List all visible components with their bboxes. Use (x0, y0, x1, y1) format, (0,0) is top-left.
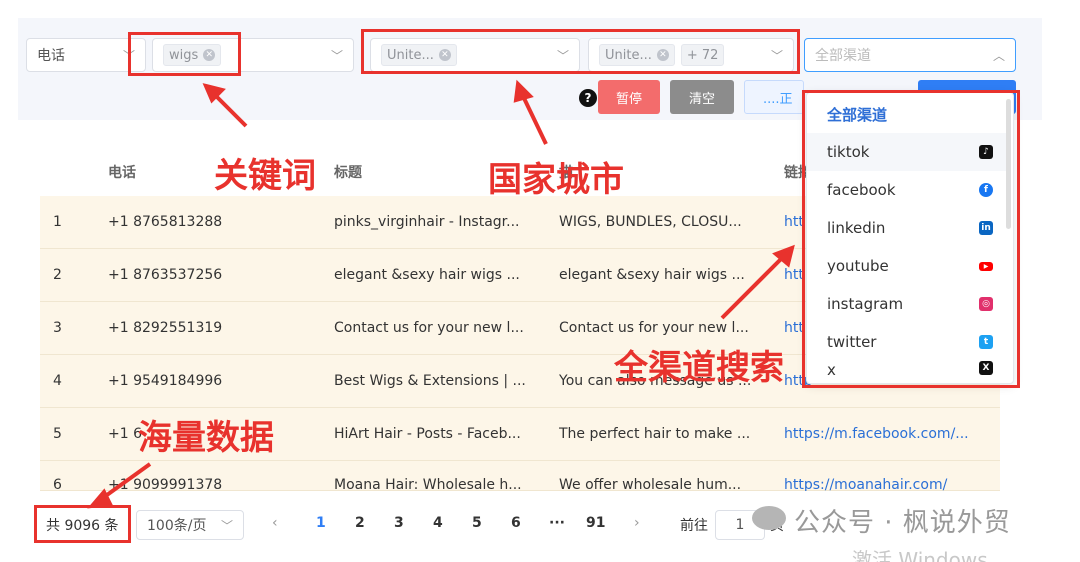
arrow-region-head (513, 79, 534, 103)
annotation-arrows (87, 79, 795, 509)
arrow-region (520, 93, 548, 145)
arrow-channel (720, 254, 786, 320)
arrow-keyword (212, 92, 248, 128)
